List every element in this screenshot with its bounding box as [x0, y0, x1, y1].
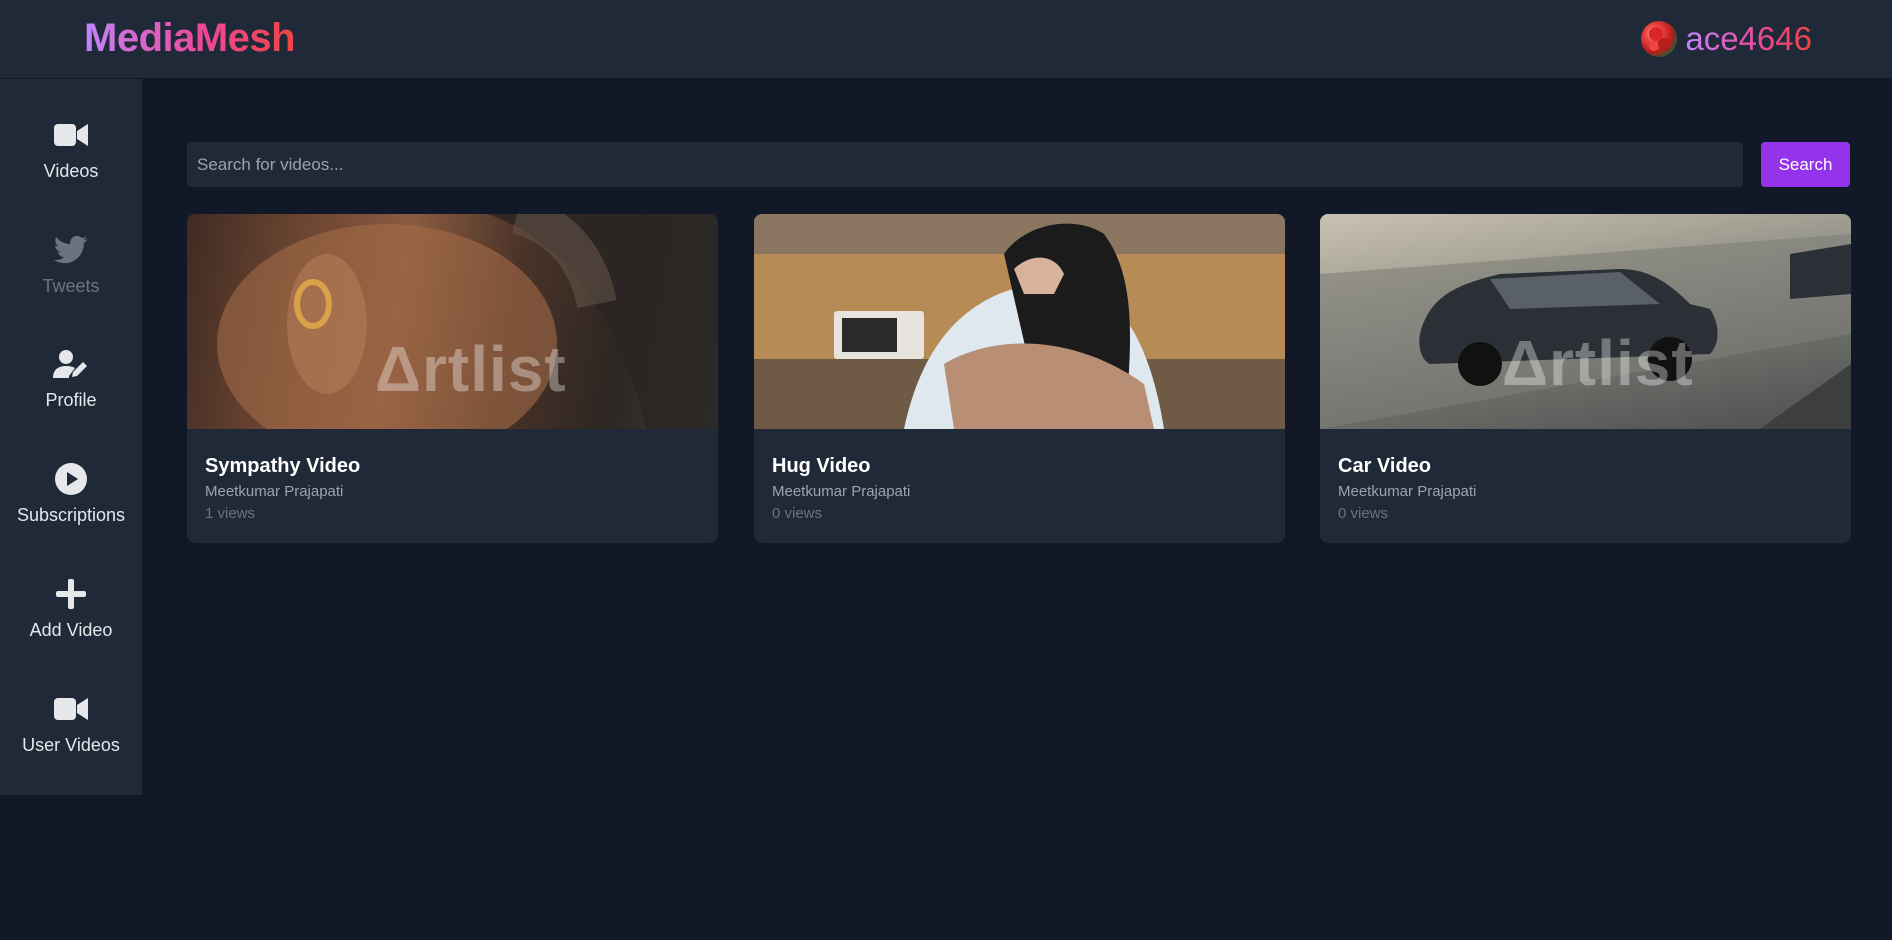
video-card[interactable]: Δrtlist Car Video Meetkumar Prajapati 0 …	[1320, 214, 1851, 543]
video-thumbnail[interactable]: Δrtlist	[187, 214, 718, 429]
sidebar-item-label: Tweets	[42, 276, 100, 296]
sidebar: Videos Tweets Profile Subscriptions Add …	[0, 79, 142, 795]
user-edit-icon	[53, 346, 89, 382]
sidebar-item-label: Add Video	[29, 620, 113, 640]
watermark-text: Δrtlist	[375, 333, 567, 405]
username[interactable]: ace4646	[1685, 20, 1812, 58]
twitter-bird-icon	[53, 232, 89, 268]
sidebar-item-add-video[interactable]: Add Video	[0, 576, 142, 666]
video-card[interactable]: Hug Video Meetkumar Prajapati 0 views	[754, 214, 1285, 543]
avatar[interactable]	[1641, 21, 1678, 57]
top-header: MediaMesh ace4646	[0, 0, 1892, 79]
sidebar-item-label: Subscriptions	[16, 505, 126, 525]
video-title[interactable]: Sympathy Video	[205, 455, 360, 478]
video-camera-icon	[53, 691, 89, 727]
plus-icon	[53, 576, 89, 612]
video-thumbnail[interactable]	[754, 214, 1285, 429]
sidebar-item-label: Videos	[43, 161, 99, 181]
sidebar-item-profile[interactable]: Profile	[0, 346, 142, 436]
sidebar-item-subscriptions[interactable]: Subscriptions	[0, 461, 142, 551]
app-logo[interactable]: MediaMesh	[84, 16, 296, 61]
user-menu[interactable]: ace4646	[1641, 20, 1812, 58]
video-card[interactable]: Δrtlist Sympathy Video Meetkumar Prajapa…	[187, 214, 718, 543]
video-views: 1 views	[205, 505, 256, 522]
video-author[interactable]: Meetkumar Prajapati	[772, 483, 910, 500]
sidebar-item-videos[interactable]: Videos	[0, 117, 142, 207]
video-views: 0 views	[772, 505, 823, 522]
sidebar-item-label: User Videos	[22, 735, 120, 755]
search-button[interactable]: Search	[1761, 142, 1850, 187]
video-author[interactable]: Meetkumar Prajapati	[205, 483, 343, 500]
sidebar-item-label: Profile	[45, 390, 97, 410]
video-thumbnail[interactable]: Δrtlist	[1320, 214, 1851, 429]
sidebar-item-user-videos[interactable]: User Videos	[0, 691, 142, 781]
watermark-text: Δrtlist	[1502, 327, 1694, 399]
video-title[interactable]: Car Video	[1338, 455, 1431, 478]
search-bar: Search	[187, 142, 1850, 187]
play-circle-icon	[53, 461, 89, 497]
search-input[interactable]	[187, 142, 1743, 187]
video-title[interactable]: Hug Video	[772, 455, 871, 478]
video-camera-icon	[53, 117, 89, 153]
sidebar-item-tweets[interactable]: Tweets	[0, 232, 142, 322]
video-views: 0 views	[1338, 505, 1389, 522]
video-author[interactable]: Meetkumar Prajapati	[1338, 483, 1476, 500]
